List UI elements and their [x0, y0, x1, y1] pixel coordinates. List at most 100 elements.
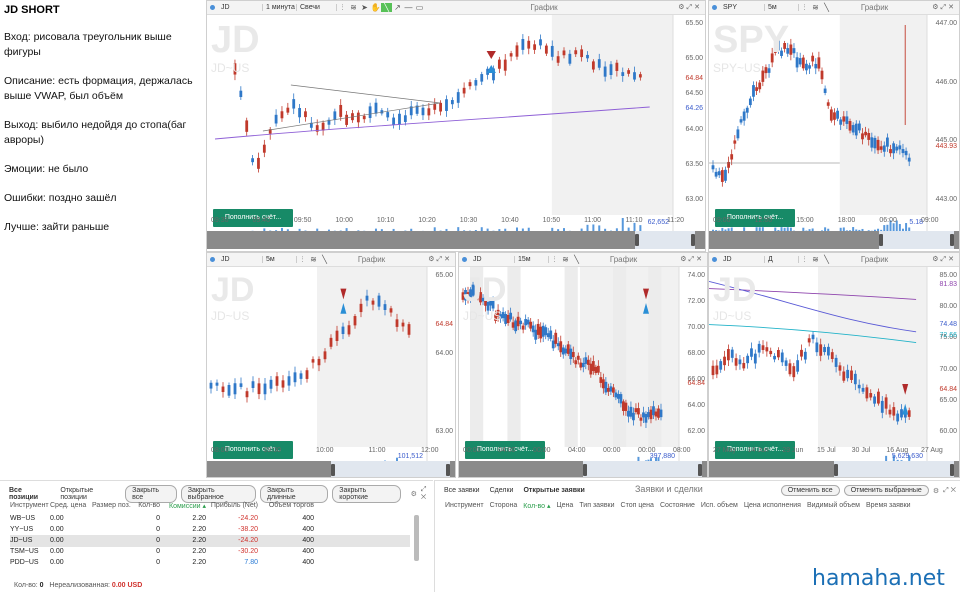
window-controls-icon[interactable]: ⚙⤢✕ [917, 3, 959, 12]
hline-icon[interactable]: — [403, 3, 414, 12]
settings-icon[interactable]: ⚙ [411, 490, 417, 498]
window-controls-icon[interactable]: ⤢ ✕ [943, 487, 956, 495]
tab-deals[interactable]: Сделки [487, 486, 517, 495]
settings-icon[interactable]: ⚙ [933, 487, 939, 495]
cancel-all-button[interactable]: Отменить все [780, 485, 840, 496]
close-all-button[interactable]: Закрыть все [125, 485, 177, 503]
chart-window-jd-3[interactable]: JD 15м ⫶ ≋ ╲ График ⚙⤢✕ JD JD~US 74.00 72.0… [458, 252, 708, 478]
close-selected-button[interactable]: Закрыть выбранное [180, 485, 256, 503]
indicators-icon[interactable]: ≋ [560, 255, 571, 264]
navigator-handle-left[interactable] [834, 464, 838, 476]
range-navigator[interactable] [207, 231, 705, 249]
navigator-handle-left[interactable] [583, 464, 587, 476]
timeframe-select[interactable]: Д [765, 256, 799, 263]
candles-icon[interactable]: ⫶ [297, 255, 308, 265]
tab-all-orders[interactable]: Все заявки [441, 486, 483, 495]
col-commission[interactable]: Комиссии ▴ [160, 502, 206, 510]
col-position-size[interactable]: Размер поз. [92, 502, 132, 510]
orders-column[interactable]: Исп. объем [701, 502, 738, 510]
window-controls-icon[interactable]: ⚙⤢✕ [665, 255, 707, 264]
tab-open-orders[interactable]: Открытые заявки [520, 486, 587, 495]
col-qty[interactable]: Кол-во [132, 502, 160, 510]
orders-column[interactable]: Видимый объем [807, 502, 860, 510]
indicators-icon[interactable]: ≋ [308, 255, 319, 264]
window-controls-icon[interactable]: ⚙⤢✕ [413, 255, 455, 264]
chart-window-jd-0[interactable]: JD 1 минута Свечи ⫶ ≋ ➤ ✋ ╲ ↗ — ▭ График ⚙⤢✕ … [206, 0, 706, 252]
ticker-input[interactable]: JD [219, 256, 263, 263]
col-avg-price[interactable]: Сред. цена [50, 502, 92, 510]
table-cell: 0.00 [50, 559, 64, 566]
rect-icon[interactable]: ▭ [414, 3, 425, 12]
orders-column[interactable]: Сторона [490, 502, 518, 510]
candle [529, 321, 533, 329]
tab-all-positions[interactable]: Все позиции [6, 486, 53, 502]
tab-open-positions[interactable]: Открытые позиции [57, 486, 121, 502]
arrow-icon[interactable]: ↗ [392, 3, 403, 12]
ticker-input[interactable]: JD [721, 256, 765, 263]
positions-scrollbar[interactable] [414, 515, 419, 561]
ticker-input[interactable]: JD [219, 4, 263, 11]
link-dot-icon[interactable] [712, 5, 717, 10]
link-dot-icon[interactable] [462, 257, 467, 262]
trendline-icon[interactable]: ╲ [821, 3, 832, 12]
navigator-handle-left[interactable] [331, 464, 335, 476]
orders-column[interactable]: Состояние [660, 502, 695, 510]
navigator-handle-left[interactable] [635, 234, 640, 246]
indicators-icon[interactable]: ≋ [810, 255, 821, 264]
trendline-icon[interactable]: ╲ [821, 255, 832, 264]
close-long-button[interactable]: Закрыть длинные [259, 485, 329, 503]
navigator-handle-right[interactable] [950, 234, 954, 246]
timeframe-select[interactable]: 5м [765, 4, 799, 11]
orders-column[interactable]: Стоп цена [621, 502, 654, 510]
orders-column[interactable]: Цена [556, 502, 573, 510]
range-navigator[interactable] [709, 231, 959, 249]
candles-icon[interactable]: ⫶ [549, 255, 560, 265]
window-controls-icon[interactable]: ⚙⤢✕ [917, 255, 959, 264]
y-tick-label: 64.00 [435, 350, 453, 357]
indicators-icon[interactable]: ≋ [810, 3, 821, 12]
close-short-button[interactable]: Закрыть короткие [332, 485, 401, 503]
cursor-icon[interactable]: ➤ [359, 3, 370, 12]
window-controls-icon[interactable]: ⤢ ✕ [421, 486, 433, 502]
range-navigator[interactable] [709, 461, 959, 477]
orders-column[interactable]: Цена исполнения [744, 502, 801, 510]
window-controls-icon[interactable]: ⚙⤢✕ [663, 3, 705, 12]
chart-window-spy-1[interactable]: SPY 5м ⫶ ≋ ╲ График ⚙⤢✕ SPY SPY~US 447.00 4… [708, 0, 960, 252]
col-instrument[interactable]: Инструмент [10, 502, 50, 510]
orders-column[interactable]: Инструмент [445, 502, 484, 510]
navigator-handle-right[interactable] [950, 464, 954, 476]
ticker-input[interactable]: JD [471, 256, 515, 263]
orders-column[interactable]: Кол-во ▴ [523, 502, 550, 510]
col-volume[interactable]: Объем торгов [258, 502, 314, 510]
indicators-icon[interactable]: ≋ [348, 3, 359, 12]
chart-window-jd-4[interactable]: JD Д ⫶ ≋ ╲ График ⚙⤢✕ JD JD~US 85.00 80.00 7… [708, 252, 960, 478]
trendline-icon[interactable]: ╲ [571, 255, 582, 264]
navigator-handle-right[interactable] [446, 464, 451, 476]
candles-icon[interactable]: ⫶ [337, 3, 348, 13]
trendline-icon[interactable]: ╲ [381, 3, 392, 12]
navigator-handle-right[interactable] [691, 234, 696, 246]
cancel-selected-button[interactable]: Отменить выбранные [843, 485, 929, 496]
navigator-handle-right[interactable] [698, 464, 703, 476]
range-navigator[interactable] [459, 461, 707, 477]
chart-type-select[interactable]: Свечи [297, 4, 337, 11]
orders-column[interactable]: Время заявки [866, 502, 911, 510]
trendline-icon[interactable]: ╲ [319, 255, 330, 264]
chart-window-jd-2[interactable]: JD 5м ⫶ ≋ ╲ График ⚙⤢✕ JD JD~US 65.00 64.00… [206, 252, 456, 478]
hand-icon[interactable]: ✋ [370, 3, 381, 12]
link-dot-icon[interactable] [210, 257, 215, 262]
table-row[interactable]: PDD~US 0.00 0 2.20 7.80 400 [10, 557, 410, 569]
candles-icon[interactable]: ⫶ [799, 255, 810, 265]
candle [501, 312, 505, 319]
timeframe-select[interactable]: 1 минута [263, 4, 297, 11]
timeframe-select[interactable]: 15м [515, 256, 549, 263]
candles-icon[interactable]: ⫶ [799, 3, 810, 13]
col-profit[interactable]: Прибыль (Net) [206, 502, 258, 510]
orders-column[interactable]: Тип заявки [579, 502, 614, 510]
navigator-handle-left[interactable] [879, 234, 883, 246]
timeframe-select[interactable]: 5м [263, 256, 297, 263]
link-dot-icon[interactable] [210, 5, 215, 10]
ticker-input[interactable]: SPY [721, 4, 765, 11]
link-dot-icon[interactable] [712, 257, 717, 262]
range-navigator[interactable] [207, 461, 455, 477]
